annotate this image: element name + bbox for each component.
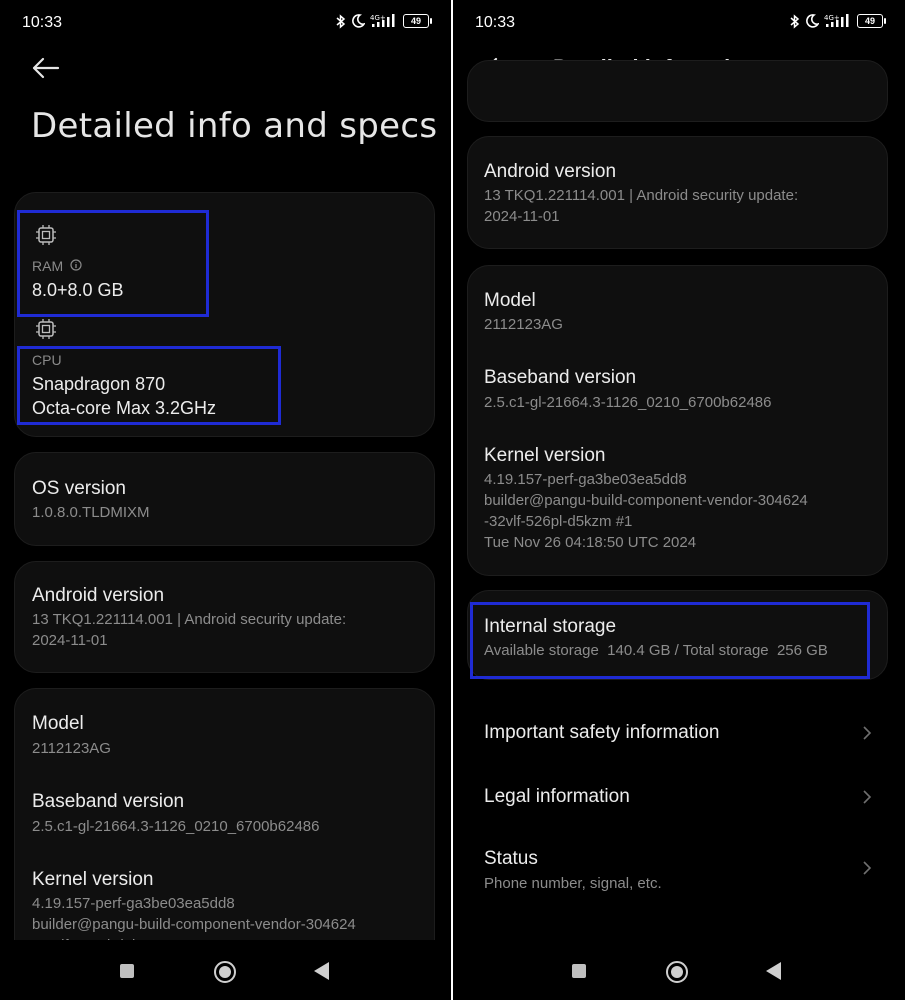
kernel-title: Kernel version [484, 445, 606, 466]
model-title: Model [32, 713, 84, 734]
os-version-title: OS version [32, 478, 126, 499]
kernel-line2: builder@pangu-build-component-vendor-304… [484, 492, 808, 509]
kernel-line1: 4.19.157-perf-ga3be03ea5dd8 [32, 895, 235, 912]
kernel-line3: -32vlf-526pl-d5kzm #1 [484, 513, 633, 530]
list-item-legal[interactable]: Legal information [467, 770, 888, 824]
android-version-line1: 13 TKQ1.221114.001 | Android security up… [32, 611, 347, 628]
chevron-right-icon [863, 861, 872, 875]
chip-icon [36, 319, 56, 339]
baseband-value: 2.5.c1-gl-21664.3-1126_0210_6700b62486 [484, 394, 772, 411]
recents-button[interactable] [120, 964, 134, 978]
model-value: 2112123AG [484, 316, 563, 333]
kernel-title: Kernel version [32, 869, 154, 890]
bluetooth-icon [790, 13, 800, 29]
signal-icon: 4G+ [824, 14, 849, 27]
back-nav-button[interactable] [314, 962, 329, 980]
os-version-value: 1.0.8.0.TLDMIXM [32, 504, 150, 521]
bluetooth-icon [336, 13, 346, 29]
status-title: Status [484, 848, 538, 869]
android-version-line2: 2024-11-01 [32, 632, 108, 649]
signal-icon: 4G+ [370, 14, 395, 27]
kernel-line2: builder@pangu-build-component-vendor-304… [32, 916, 356, 933]
baseband-title: Baseband version [484, 367, 637, 388]
battery-icon: 49 [403, 14, 432, 28]
list-item-safety[interactable]: Important safety information [467, 706, 888, 760]
storage-highlight-box [470, 602, 870, 679]
recents-button[interactable] [572, 964, 586, 978]
phone-screen-left: 10:33 4G+ 49 Detailed info and specs RAM… [0, 0, 451, 1000]
android-version-line1: 13 TKQ1.221114.001 | Android security up… [484, 187, 799, 204]
home-button[interactable] [214, 961, 236, 983]
legal-info-title: Legal information [484, 786, 630, 807]
status-icons: 4G+ 49 [336, 13, 432, 29]
phone-screen-right: 10:33 4G+ 49 Detailed info and specs And… [453, 0, 905, 1000]
list-item-status[interactable]: Status Phone number, signal, etc. [467, 834, 888, 902]
scrolled-card-edge [467, 60, 888, 122]
status-bar: 10:33 4G+ 49 [0, 10, 451, 36]
page-title: Detailed info and specs [31, 106, 438, 146]
kernel-line4: Tue Nov 26 04:18:50 UTC 2024 [484, 534, 697, 551]
battery-icon: 49 [857, 14, 886, 28]
home-button[interactable] [666, 961, 688, 983]
android-version-title: Android version [484, 161, 617, 182]
baseband-title: Baseband version [32, 791, 185, 812]
chevron-right-icon [863, 726, 872, 740]
status-bar: 10:33 4G+ 49 [453, 10, 905, 36]
back-arrow-icon[interactable] [30, 54, 62, 82]
model-title: Model [484, 290, 536, 311]
android-version-line2: 2024-11-01 [484, 208, 560, 225]
safety-info-title: Important safety information [484, 722, 720, 743]
ram-highlight-box [17, 210, 209, 317]
chevron-right-icon [863, 790, 872, 804]
status-time: 10:33 [475, 14, 516, 31]
kernel-line1: 4.19.157-perf-ga3be03ea5dd8 [484, 471, 687, 488]
cpu-highlight-box [17, 346, 281, 425]
status-icons: 4G+ 49 [790, 13, 886, 29]
moon-icon [352, 14, 365, 28]
back-nav-button[interactable] [766, 962, 781, 980]
status-subtitle: Phone number, signal, etc. [484, 875, 662, 892]
moon-icon [806, 14, 819, 28]
android-version-title: Android version [32, 585, 165, 606]
status-time: 10:33 [22, 14, 63, 31]
model-value: 2112123AG [32, 740, 111, 757]
baseband-value: 2.5.c1-gl-21664.3-1126_0210_6700b62486 [32, 818, 320, 835]
